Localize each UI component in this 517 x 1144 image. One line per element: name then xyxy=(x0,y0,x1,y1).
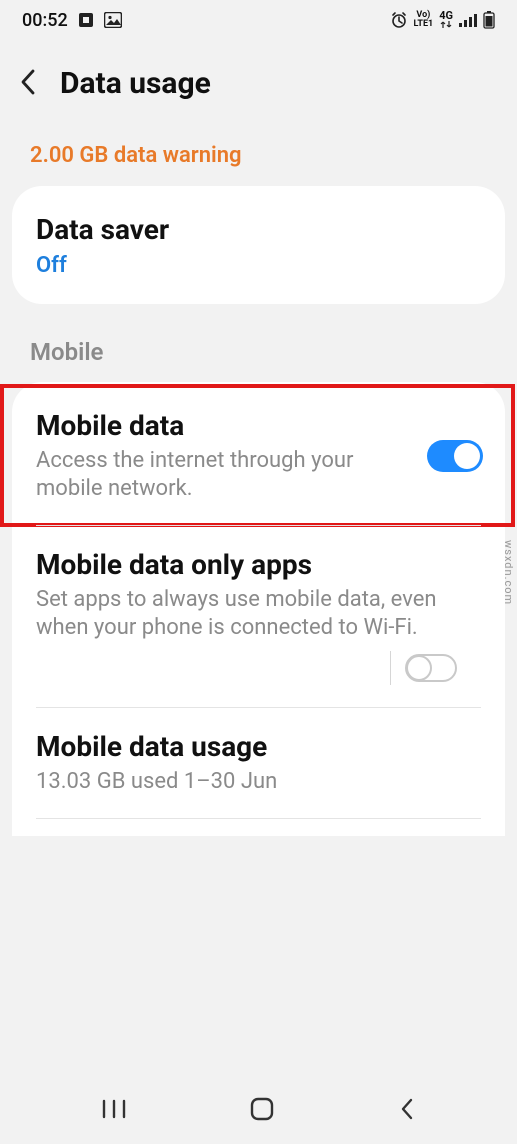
volte-indicator: Vo) LTE1 xyxy=(414,11,434,29)
mobile-data-only-apps-row[interactable]: Mobile data only apps Set apps to always… xyxy=(12,525,505,706)
mobile-data-only-apps-sub: Set apps to always use mobile data, even… xyxy=(36,586,481,642)
back-icon[interactable] xyxy=(18,67,40,101)
mobile-data-title: Mobile data xyxy=(36,408,409,443)
mobile-section-card: Mobile data Access the internet through … xyxy=(12,382,505,836)
mobile-data-usage-row[interactable]: Mobile data usage 13.03 GB used 1–30 Jun xyxy=(12,707,505,818)
data-saver-card[interactable]: Data saver Off xyxy=(12,186,505,304)
data-warning-label: 2.00 GB data warning xyxy=(0,131,517,186)
recents-button[interactable] xyxy=(101,1099,127,1123)
mobile-data-row[interactable]: Mobile data Access the internet through … xyxy=(2,386,513,525)
next-row-peek[interactable] xyxy=(12,818,505,836)
battery-icon xyxy=(483,11,495,29)
page-header: Data usage xyxy=(0,40,517,131)
mobile-data-usage-sub: 13.03 GB used 1–30 Jun xyxy=(36,768,481,796)
divider xyxy=(390,651,391,685)
mobile-data-only-apps-toggle[interactable] xyxy=(405,654,457,682)
data-saver-title: Data saver xyxy=(36,212,481,247)
status-bar: 00:52 Vo) LTE1 4G xyxy=(0,0,517,40)
image-icon xyxy=(104,12,122,28)
mobile-data-usage-title: Mobile data usage xyxy=(36,729,481,764)
watermark: wsxdn.com xyxy=(502,540,515,605)
mobile-data-toggle[interactable] xyxy=(427,440,483,472)
network-type-indicator: 4G xyxy=(439,11,453,29)
data-saver-value: Off xyxy=(36,253,481,278)
nav-back-button[interactable] xyxy=(398,1096,416,1126)
status-time: 00:52 xyxy=(22,10,68,31)
mobile-data-sub: Access the internet through your mobile … xyxy=(36,447,409,503)
page-title: Data usage xyxy=(60,66,211,101)
navigation-bar xyxy=(0,1078,517,1144)
mobile-data-only-apps-title: Mobile data only apps xyxy=(36,547,481,582)
section-mobile-label: Mobile xyxy=(0,304,517,382)
clock-stop-icon xyxy=(78,12,94,28)
signal-icon xyxy=(459,13,477,27)
home-button[interactable] xyxy=(249,1096,275,1126)
alarm-icon xyxy=(390,11,408,29)
